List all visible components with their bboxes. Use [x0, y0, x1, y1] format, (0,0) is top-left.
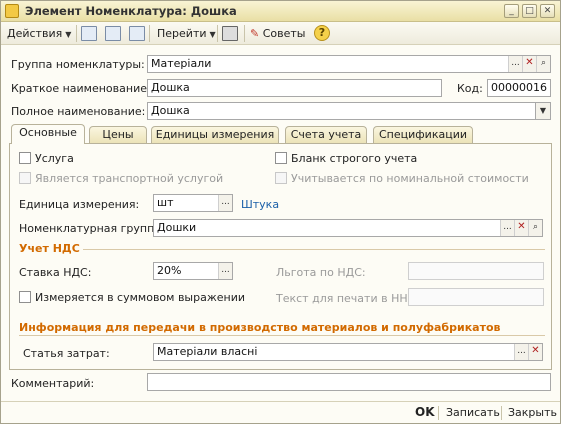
catalog-icon	[5, 4, 19, 18]
group-field[interactable]: Матеріали ... ✕ ⌕	[147, 55, 551, 73]
strict-form-checkbox[interactable]	[275, 152, 287, 164]
tab-specifications[interactable]: Спецификации	[373, 126, 473, 143]
select-button[interactable]: ...	[500, 220, 514, 236]
strict-form-label: Бланк строгого учета	[291, 152, 418, 165]
tab-accounts[interactable]: Счета учета	[285, 126, 367, 143]
chevron-down-icon: ▼	[209, 30, 216, 39]
tips-icon: ✎	[250, 27, 260, 40]
nomenclature-group-value: Дошки	[157, 221, 197, 234]
cost-item-field[interactable]: Матеріали власні ... ✕	[153, 343, 543, 361]
select-button[interactable]: ...	[508, 56, 522, 72]
structure-icon[interactable]	[222, 26, 238, 41]
tips-label: Советы	[262, 27, 306, 40]
group-label: Группа номенклатуры:	[11, 58, 145, 71]
minimize-button[interactable]: _	[504, 4, 519, 18]
unit-field[interactable]: шт ...	[153, 194, 233, 212]
short-name-field[interactable]: Дошка	[147, 79, 442, 97]
clear-icon[interactable]: ✕	[514, 220, 528, 236]
select-button[interactable]: ...	[514, 344, 528, 360]
toolbar-divider	[76, 25, 77, 42]
ok-button[interactable]: OK	[415, 405, 435, 419]
close-window-button[interactable]: ✕	[540, 4, 555, 18]
actions-label: Действия	[7, 27, 63, 40]
tab-main[interactable]: Основные	[11, 124, 85, 144]
vat-rate-label: Ставка НДС:	[19, 266, 92, 279]
vat-benefit-label: Льгота по НДС:	[276, 266, 366, 279]
chevron-down-icon[interactable]: ▼	[535, 102, 551, 120]
help-icon[interactable]: ?	[314, 25, 330, 41]
vat-benefit-field	[408, 262, 544, 280]
full-name-field[interactable]: Дошка	[147, 102, 536, 120]
goto-label: Перейти	[157, 27, 207, 40]
vat-rate-value: 20%	[157, 264, 182, 277]
cost-item-label: Статья затрат:	[23, 347, 110, 360]
nominal-value-label: Учитывается по номинальной стоимости	[291, 172, 529, 185]
unit-value: шт	[157, 196, 174, 209]
select-button[interactable]: ...	[218, 195, 232, 211]
chevron-down-icon: ▼	[65, 30, 72, 39]
select-button[interactable]: ...	[218, 263, 232, 279]
full-name-label: Полное наименование:	[11, 105, 146, 118]
search-icon[interactable]: ⌕	[536, 56, 550, 72]
comment-label: Комментарий:	[11, 377, 95, 390]
tips-button[interactable]: ✎ Советы	[250, 25, 305, 42]
group-value: Матеріали	[151, 57, 212, 70]
sum-expression-label: Измеряется в суммовом выражении	[35, 291, 246, 304]
transport-service-checkbox	[19, 172, 31, 184]
code-field[interactable]: 00000016	[487, 79, 551, 97]
toolbar: Действия ▼ Перейти ▼ ✎ Советы ?	[1, 22, 560, 45]
nomenclature-group-field[interactable]: Дошки ... ✕ ⌕	[153, 219, 543, 237]
form-icon[interactable]	[105, 26, 121, 41]
print-text-label: Текст для печати в НН:	[276, 292, 412, 305]
toolbar-divider	[217, 25, 218, 42]
toolbar-divider	[149, 25, 150, 42]
search-icon[interactable]: ⌕	[528, 220, 542, 236]
toolbar-divider	[244, 25, 245, 42]
save-and-close-icon[interactable]	[81, 26, 97, 41]
service-label: Услуга	[35, 152, 74, 165]
clear-icon[interactable]: ✕	[522, 56, 536, 72]
transport-service-label: Является транспортной услугой	[35, 172, 224, 185]
code-label: Код:	[457, 82, 483, 95]
copy-document-icon[interactable]	[129, 26, 145, 41]
comment-field[interactable]	[147, 373, 551, 391]
window: Элемент Номенклатура: Дошка _ □ ✕ Действ…	[0, 0, 561, 424]
unit-label: Единица измерения:	[19, 198, 140, 211]
nomenclature-group-label: Номенклатурная группа:	[19, 222, 165, 235]
unit-link[interactable]: Штука	[241, 198, 279, 211]
print-text-field	[408, 288, 544, 306]
maximize-button[interactable]: □	[522, 4, 537, 18]
title-bar: Элемент Номенклатура: Дошка _ □ ✕	[1, 1, 560, 22]
short-name-label: Краткое наименование:	[11, 82, 151, 95]
tab-prices[interactable]: Цены	[89, 126, 147, 143]
footer-bar: OK Записать Закрыть	[1, 401, 560, 423]
actions-menu[interactable]: Действия ▼	[7, 25, 71, 42]
service-checkbox[interactable]	[19, 152, 31, 164]
section-divider	[83, 249, 545, 250]
tab-units[interactable]: Единицы измерения	[151, 126, 279, 143]
footer-divider	[501, 406, 502, 420]
vat-rate-field[interactable]: 20% ...	[153, 262, 233, 280]
sum-expression-checkbox[interactable]	[19, 291, 31, 303]
vat-section-title: Учет НДС	[19, 242, 80, 255]
goto-menu[interactable]: Перейти ▼	[157, 25, 216, 42]
cost-item-value: Матеріали власні	[157, 345, 258, 358]
nominal-value-checkbox	[275, 172, 287, 184]
section-divider	[19, 335, 545, 336]
save-button[interactable]: Записать	[446, 406, 500, 419]
clear-icon[interactable]: ✕	[528, 344, 542, 360]
production-section-title: Информация для передачи в производство м…	[19, 321, 501, 334]
window-title: Элемент Номенклатура: Дошка	[25, 4, 237, 18]
footer-divider	[438, 406, 439, 420]
close-button[interactable]: Закрыть	[508, 406, 557, 419]
